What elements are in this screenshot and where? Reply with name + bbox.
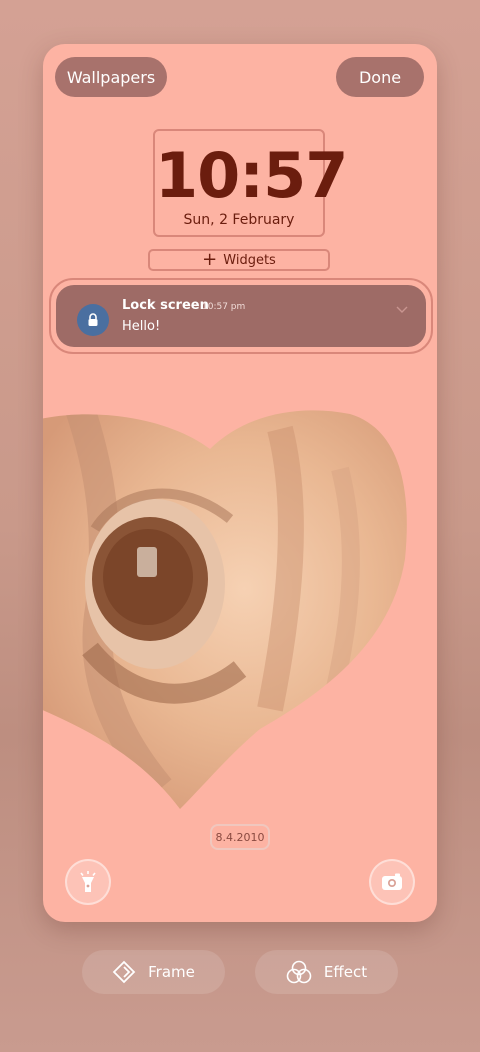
clock-time: 10:57 — [155, 139, 348, 212]
notification-time: 10:57 pm — [202, 302, 246, 312]
done-button[interactable]: Done — [336, 57, 424, 97]
lock-app-icon — [77, 304, 109, 336]
notification-card[interactable]: Lock screen 10:57 pm Hello! — [56, 285, 426, 347]
frame-label: Frame — [148, 963, 195, 981]
flashlight-icon — [80, 871, 96, 892]
effect-button[interactable]: Effect — [255, 950, 398, 994]
plus-icon: + — [202, 249, 218, 270]
clock-widget[interactable]: 10:57 Sun, 2 February — [153, 129, 348, 237]
camera-shortcut-button[interactable] — [369, 859, 415, 905]
wallpapers-button[interactable]: Wallpapers — [55, 57, 167, 97]
flashlight-shortcut-button[interactable] — [65, 859, 111, 905]
clock-date: Sun, 2 February — [183, 212, 295, 228]
frame-button[interactable]: Frame — [82, 950, 225, 994]
frame-icon — [112, 960, 136, 984]
photo-date-stamp: 8.4.2010 — [210, 824, 270, 850]
notification-area[interactable]: Lock screen 10:57 pm Hello! — [49, 278, 433, 354]
lockscreen-preview: Wallpapers Done 10:57 Sun, 2 February + … — [43, 44, 437, 922]
notification-body: Hello! — [122, 319, 161, 334]
notification-title: Lock screen — [122, 298, 209, 313]
heart-photo-frame — [43, 410, 407, 809]
chevron-down-icon[interactable] — [396, 299, 408, 318]
camera-icon — [382, 873, 402, 890]
add-widgets-button[interactable]: + Widgets — [148, 249, 330, 271]
widgets-label: Widgets — [223, 252, 276, 268]
effect-icon — [286, 960, 312, 984]
effect-label: Effect — [323, 963, 368, 981]
